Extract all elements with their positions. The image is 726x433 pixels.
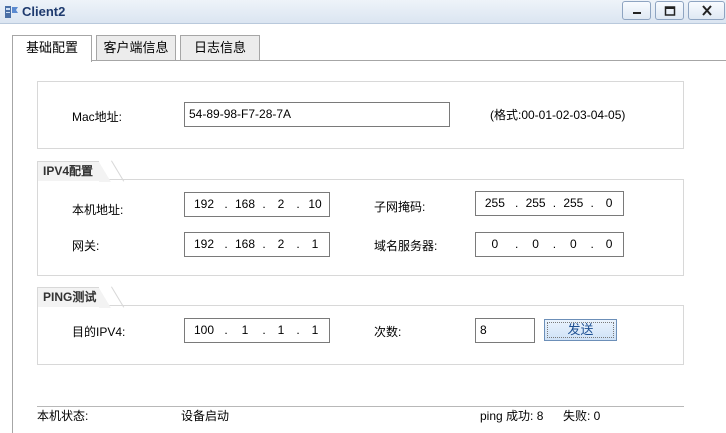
close-button[interactable] [688,1,725,20]
tab-basic-config[interactable]: 基础配置 [12,35,92,62]
tab-client-info[interactable]: 客户端信息 [96,35,176,61]
mac-input[interactable]: 54-89-98-F7-28-7A [184,102,450,127]
ip-octet: 0 [605,196,613,210]
local-ip-input[interactable]: 192. 168. 2. 10 [184,192,330,217]
minimize-button[interactable] [622,1,651,20]
ip-octet: 192 [193,197,215,211]
app-icon [5,6,18,18]
dest-ip-input[interactable]: 100. 1. 1. 1 [184,318,330,343]
count-input[interactable]: 8 [475,318,535,343]
ip-octet: 2 [277,237,285,251]
ip-octet: 192 [193,237,215,251]
mask-input[interactable]: 255. 255. 255. 0 [475,191,624,216]
status-value: 设备启动 [181,409,230,423]
gateway-label: 网关: [72,239,100,253]
dns-label: 域名服务器: [374,239,438,253]
ip-octet: 2 [277,197,285,211]
ping-fail-count: 失败: 0 [563,409,601,423]
dns-input[interactable]: 0. 0. 0. 0 [475,232,624,257]
tab-log-info[interactable]: 日志信息 [180,35,260,61]
dest-ip-label: 目的IPV4: [72,325,126,339]
close-icon [701,5,712,16]
ip-octet: 1 [277,323,285,337]
count-label: 次数: [374,325,402,339]
ip-octet: 255 [484,196,505,210]
ip-octet: 100 [193,323,215,337]
mac-format-hint: (格式:00-01-02-03-04-05) [490,108,626,122]
maximize-button[interactable] [655,1,684,20]
local-ip-label: 本机地址: [72,203,124,217]
ip-octet: 168 [234,197,256,211]
title-bar: Client2 [0,0,726,24]
status-label: 本机状态: [37,409,89,423]
minimize-icon [632,11,641,14]
ping-success-count: ping 成功: 8 [480,409,544,423]
gateway-input[interactable]: 192. 168. 2. 1 [184,232,330,257]
ip-octet: 255 [563,196,584,210]
ip-octet: 1 [241,323,249,337]
ping-section-title: PING测试 [37,287,111,308]
ip-octet: 168 [234,237,256,251]
ip-octet: 1 [311,237,319,251]
ipv4-section-title: IPV4配置 [37,161,111,182]
ip-octet: 0 [605,237,613,251]
mask-label: 子网掩码: [374,200,426,214]
ip-octet: 1 [311,323,319,337]
ip-octet: 0 [569,237,577,251]
send-button[interactable]: 发送 [544,319,617,341]
ip-octet: 0 [532,237,539,251]
window-title: Client2 [22,4,66,19]
maximize-icon [664,5,675,16]
ip-octet: 0 [491,237,499,251]
mac-label: Mac地址: [72,110,123,124]
ip-octet: 10 [308,197,322,211]
ip-octet: 255 [525,196,546,210]
